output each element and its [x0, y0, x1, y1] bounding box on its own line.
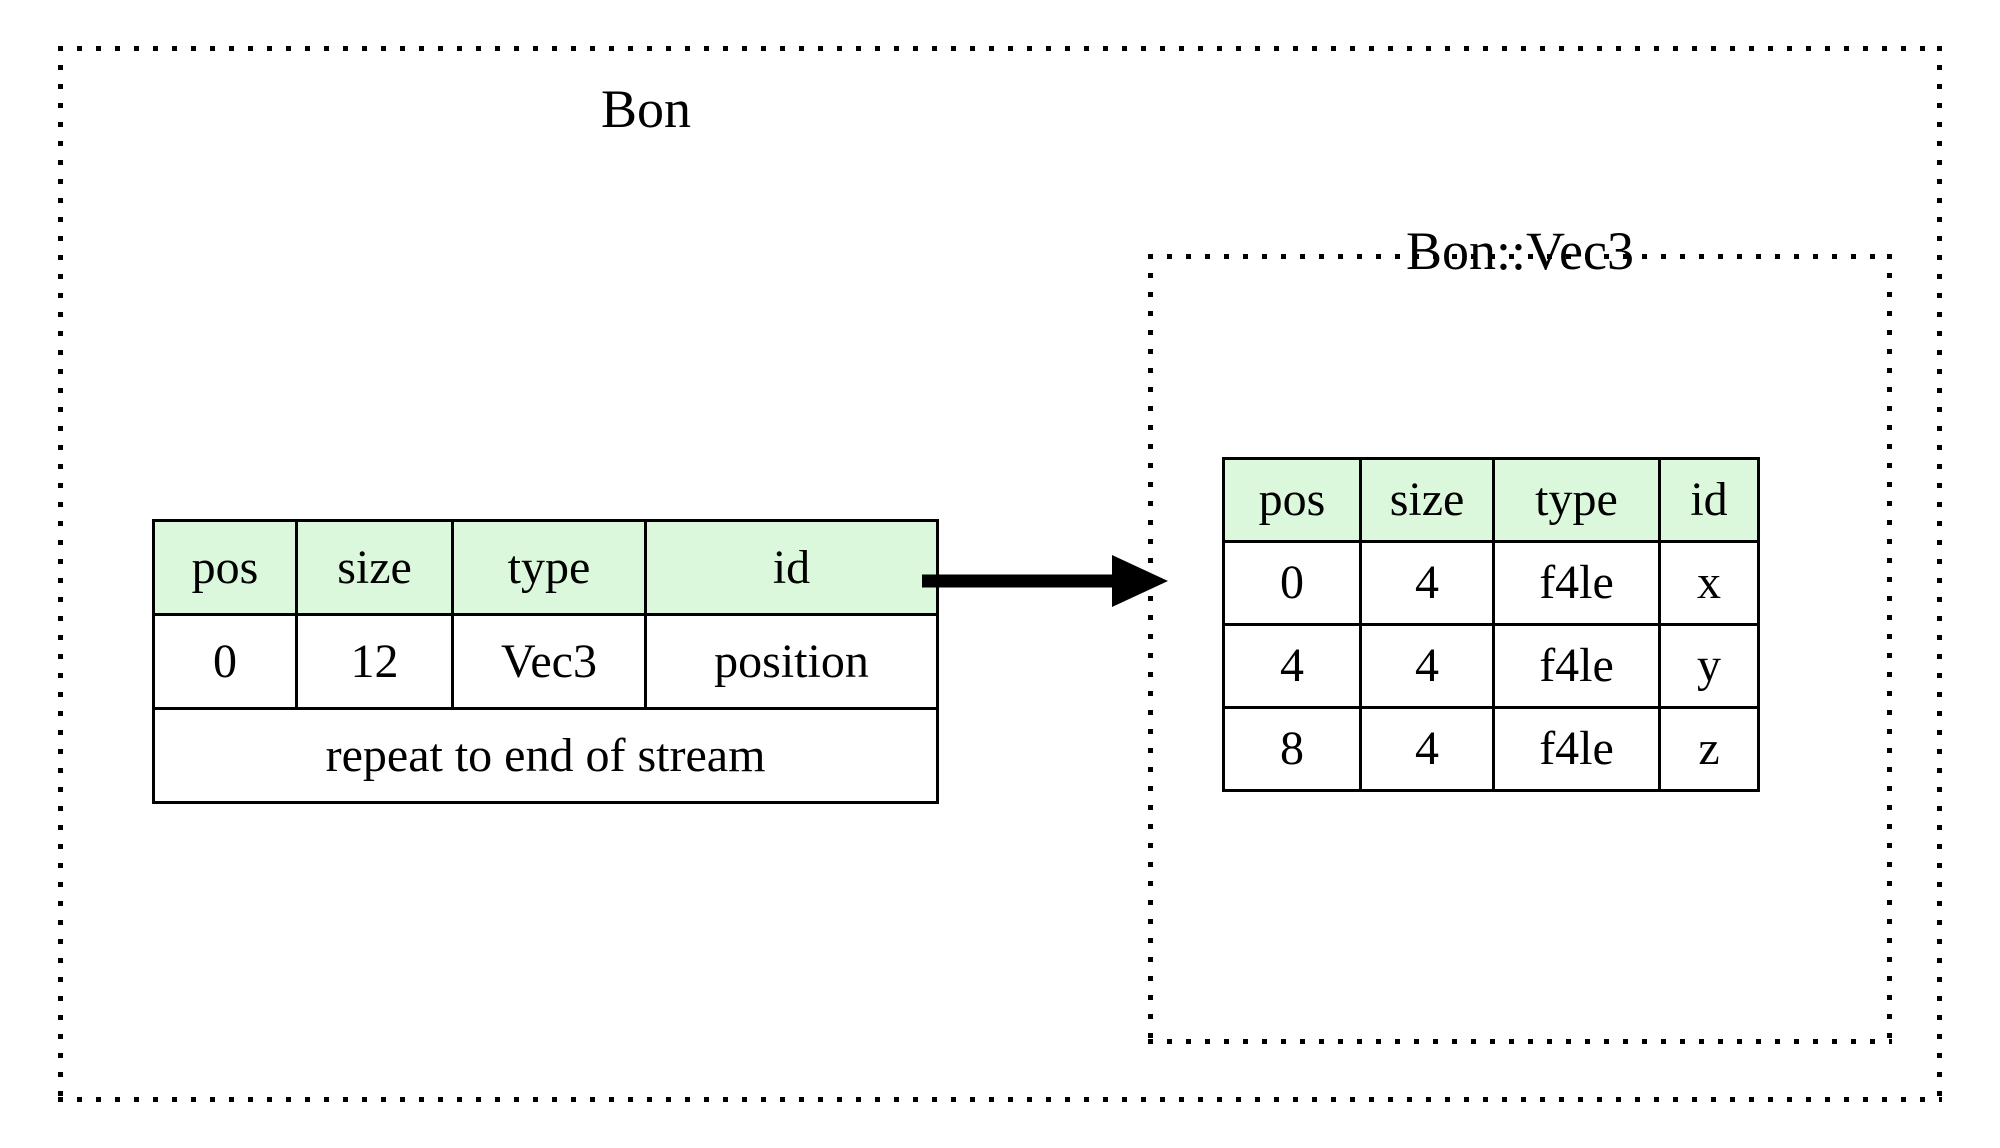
cluster-bon-title: Bon [600, 79, 692, 139]
vec3-row0-size: 4 [1359, 540, 1495, 626]
vec3-row0-id: x [1658, 540, 1760, 626]
cluster-bon-vec3-title: Bon::Vec3 [1406, 221, 1634, 281]
vec3-row2-pos: 8 [1222, 706, 1362, 792]
bon-row0-type: Vec3 [451, 613, 647, 710]
vec3-row2-type: f4le [1492, 706, 1661, 792]
diagram-canvas: Bon Bon::Vec3 pos size type id 0 12 Vec3… [0, 0, 2000, 1148]
cluster-bon-vec3-border-bottom [1148, 1039, 1892, 1044]
vec3-row1-size: 4 [1359, 623, 1495, 709]
cluster-bon-border-bottom [58, 1097, 1942, 1102]
cluster-bon-vec3-border-left [1148, 254, 1153, 1044]
table-header-row: pos size type id [152, 519, 939, 616]
bon-vec3-record-table: pos size type id 0 4 f4le x 4 4 f4le y 8… [1222, 457, 1760, 792]
vec3-row0-type: f4le [1492, 540, 1661, 626]
vec3-header-type: type [1492, 457, 1661, 543]
table-row: 0 12 Vec3 position [152, 613, 939, 710]
bon-header-pos: pos [152, 519, 298, 616]
vec3-header-id: id [1658, 457, 1760, 543]
vec3-row1-type: f4le [1492, 623, 1661, 709]
table-row: 0 4 f4le x [1222, 540, 1760, 626]
bon-header-type: type [451, 519, 647, 616]
vec3-header-pos: pos [1222, 457, 1362, 543]
vec3-row1-id: y [1658, 623, 1760, 709]
bon-row0-id: position [644, 613, 939, 710]
table-header-row: pos size type id [1222, 457, 1760, 543]
table-row: 8 4 f4le z [1222, 706, 1760, 792]
table-row: 4 4 f4le y [1222, 623, 1760, 709]
bon-record-table: pos size type id 0 12 Vec3 position repe… [152, 519, 939, 804]
bon-header-size: size [295, 519, 454, 616]
table-footer-row: repeat to end of stream [152, 707, 939, 804]
cluster-bon-vec3-border-right [1887, 254, 1892, 1044]
vec3-row0-pos: 0 [1222, 540, 1362, 626]
bon-footer-repeat: repeat to end of stream [152, 707, 939, 804]
vec3-row2-size: 4 [1359, 706, 1495, 792]
cluster-bon-border-top [58, 46, 1942, 51]
cluster-bon-border-right [1937, 46, 1942, 1102]
vec3-header-size: size [1359, 457, 1495, 543]
cluster-bon-border-left [58, 46, 63, 1102]
vec3-row1-pos: 4 [1222, 623, 1362, 709]
bon-header-id: id [644, 519, 939, 616]
vec3-row2-id: z [1658, 706, 1760, 792]
bon-row0-size: 12 [295, 613, 454, 710]
bon-row0-pos: 0 [152, 613, 298, 710]
